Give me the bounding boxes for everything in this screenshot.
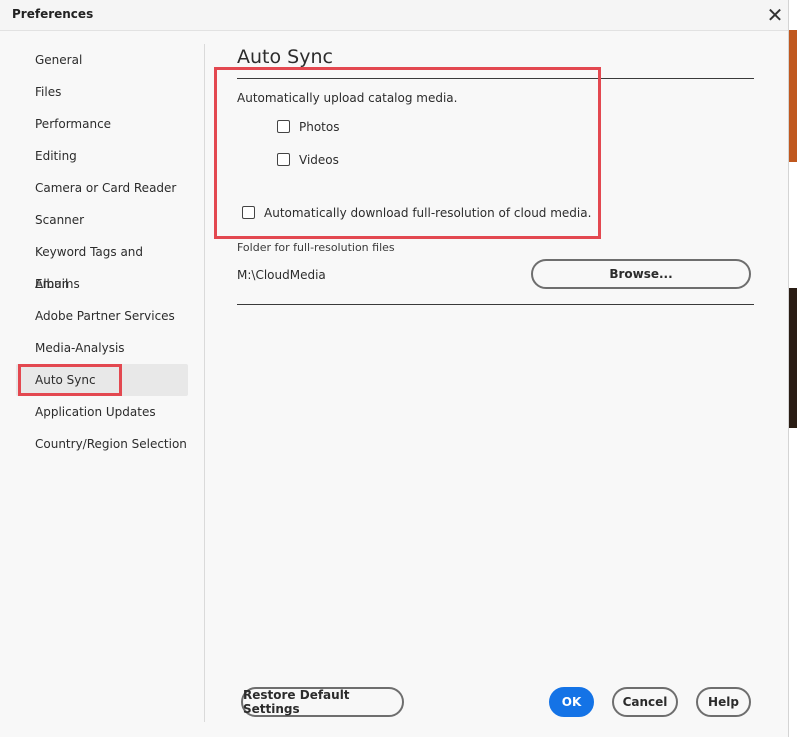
videos-label: Videos xyxy=(299,153,339,167)
ok-button[interactable]: OK xyxy=(549,687,594,717)
photos-checkbox[interactable] xyxy=(277,120,290,133)
browse-button[interactable]: Browse... xyxy=(531,259,751,289)
restore-defaults-button[interactable]: Restore Default Settings xyxy=(241,687,404,717)
download-checkbox[interactable] xyxy=(242,206,255,219)
sidebar-item-keyword-tags[interactable]: Keyword Tags and Albums xyxy=(16,236,188,291)
heading-rule xyxy=(237,78,754,79)
sidebar-item-camera-card-reader[interactable]: Camera or Card Reader xyxy=(16,172,188,204)
section-rule xyxy=(237,304,754,305)
sidebar-item-scanner[interactable]: Scanner xyxy=(16,204,188,236)
cancel-button[interactable]: Cancel xyxy=(612,687,678,717)
close-icon[interactable]: ✕ xyxy=(764,3,786,27)
sidebar-item-country-region[interactable]: Country/Region Selection xyxy=(16,428,188,460)
dialog-title: Preferences xyxy=(12,7,94,21)
background-thumbnail xyxy=(788,30,797,162)
sidebar-item-partner-services[interactable]: Adobe Partner Services xyxy=(16,300,188,332)
preferences-dialog: Preferences ✕ General Files Performance … xyxy=(0,0,789,737)
sidebar-item-media-analysis[interactable]: Media-Analysis xyxy=(16,332,188,364)
sidebar-item-editing[interactable]: Editing xyxy=(16,140,188,172)
page-title: Auto Sync xyxy=(237,46,333,68)
sidebar-item-files[interactable]: Files xyxy=(16,76,188,108)
preferences-sidebar: General Files Performance Editing Camera… xyxy=(16,44,188,460)
upload-label: Automatically upload catalog media. xyxy=(237,91,458,105)
auto-sync-panel: Auto Sync Automatically upload catalog m… xyxy=(237,0,754,737)
videos-checkbox[interactable] xyxy=(277,153,290,166)
sidebar-item-general[interactable]: General xyxy=(16,44,188,76)
sidebar-item-email[interactable]: Email xyxy=(16,268,188,300)
folder-path: M:\CloudMedia xyxy=(237,268,326,282)
help-button[interactable]: Help xyxy=(696,687,751,717)
background-thumbnail xyxy=(788,288,797,428)
download-label: Automatically download full-resolution o… xyxy=(264,206,592,220)
photos-label: Photos xyxy=(299,120,340,134)
sidebar-item-application-updates[interactable]: Application Updates xyxy=(16,396,188,428)
sidebar-divider xyxy=(204,44,205,722)
sidebar-item-performance[interactable]: Performance xyxy=(16,108,188,140)
folder-label: Folder for full-resolution files xyxy=(237,241,395,254)
sidebar-item-auto-sync[interactable]: Auto Sync xyxy=(16,364,188,396)
